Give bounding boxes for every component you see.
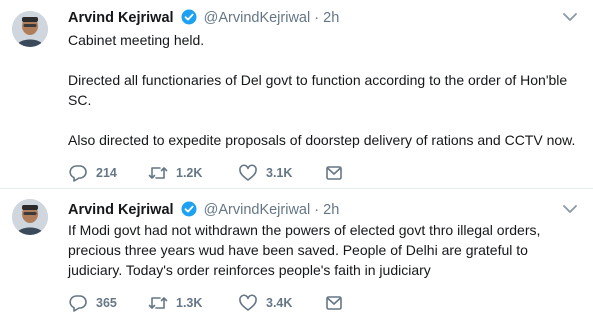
separator-dot: · xyxy=(314,202,320,218)
timestamp[interactable]: 2h xyxy=(323,202,339,218)
reply-count: 214 xyxy=(96,166,117,180)
caret-down-icon[interactable] xyxy=(563,204,577,214)
tweet-2[interactable]: Arvind Kejriwal @ArvindKejriwal · 2h If … xyxy=(0,189,593,324)
tweet-header: Arvind Kejriwal @ArvindKejriwal · 2h xyxy=(68,8,339,28)
like-button[interactable]: 3.4K xyxy=(238,294,324,312)
timestamp[interactable]: 2h xyxy=(323,10,339,26)
retweet-count: 1.3K xyxy=(176,296,203,310)
retweet-count: 1.2K xyxy=(176,166,203,180)
like-icon xyxy=(239,164,257,181)
message-button[interactable] xyxy=(324,164,352,182)
tweet-paragraph: If Modi govt had not withdrawn the power… xyxy=(68,222,541,278)
author-handle[interactable]: @ArvindKejriwal xyxy=(204,10,311,26)
message-icon xyxy=(326,296,342,310)
tweet-actions: 214 1.2K 3.1K xyxy=(68,164,352,182)
retweet-button[interactable]: 1.2K xyxy=(148,164,238,182)
tweet-text: If Modi govt had not withdrawn the power… xyxy=(68,220,578,280)
retweet-icon xyxy=(148,167,168,179)
tweet-actions: 365 1.3K 3.4K xyxy=(68,294,352,312)
verified-badge-icon xyxy=(181,201,197,217)
tweet-paragraph: Cabinet meeting held. xyxy=(68,32,205,48)
retweet-icon xyxy=(148,297,168,309)
message-button[interactable] xyxy=(324,294,352,312)
reply-button[interactable]: 365 xyxy=(68,294,148,312)
author-name[interactable]: Arvind Kejriwal xyxy=(68,10,174,26)
like-count: 3.1K xyxy=(266,166,293,180)
reply-icon xyxy=(69,295,87,312)
verified-badge-icon xyxy=(181,9,197,25)
tweet-text: Cabinet meeting held. Directed all funct… xyxy=(68,30,578,150)
tweet-1[interactable]: Arvind Kejriwal @ArvindKejriwal · 2h Cab… xyxy=(0,0,593,189)
like-count: 3.4K xyxy=(266,296,293,310)
caret-down-icon[interactable] xyxy=(563,12,577,22)
reply-icon xyxy=(69,165,87,182)
avatar[interactable] xyxy=(12,11,48,47)
like-icon xyxy=(239,294,257,311)
tweet-paragraph: Also directed to expedite proposals of d… xyxy=(68,132,576,148)
tweet-paragraph: Directed all functionaries of Del govt t… xyxy=(68,72,568,108)
reply-count: 365 xyxy=(96,296,117,310)
author-handle[interactable]: @ArvindKejriwal xyxy=(204,202,311,218)
avatar[interactable] xyxy=(12,199,48,235)
tweet-header: Arvind Kejriwal @ArvindKejriwal · 2h xyxy=(68,200,339,220)
message-icon xyxy=(326,166,342,180)
like-button[interactable]: 3.1K xyxy=(238,164,324,182)
reply-button[interactable]: 214 xyxy=(68,164,148,182)
separator-dot: · xyxy=(314,10,320,26)
retweet-button[interactable]: 1.3K xyxy=(148,294,238,312)
author-name[interactable]: Arvind Kejriwal xyxy=(68,202,174,218)
